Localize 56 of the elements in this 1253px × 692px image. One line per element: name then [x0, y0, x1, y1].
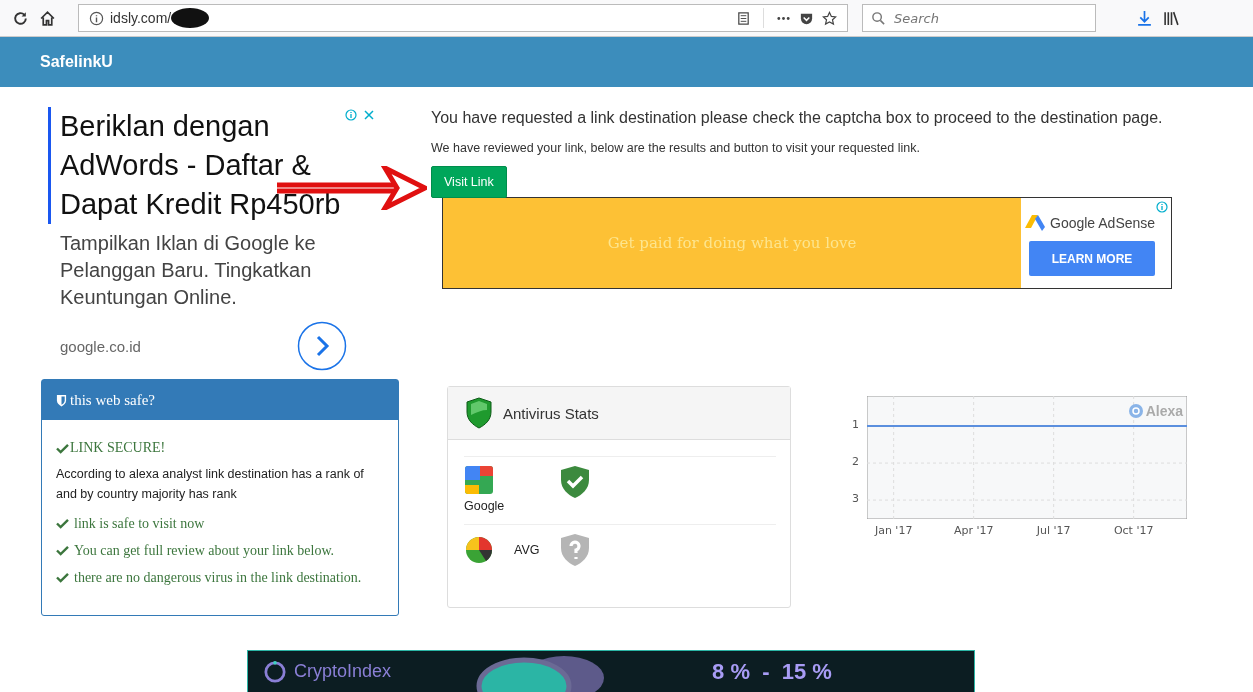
search-input[interactable]: Search [892, 9, 1076, 27]
google-logo-icon [464, 465, 494, 495]
check-icon [56, 518, 69, 529]
alexa-logo-text: Alexa [1145, 403, 1183, 419]
address-bar[interactable]: idsly.com/ [78, 4, 848, 32]
check-item: link is safe to visit now [74, 515, 205, 532]
axis-tick-label: 1 [852, 418, 859, 431]
panel-title: this web safe? [70, 391, 155, 409]
adsense-logo-icon [1025, 214, 1045, 232]
adsense-banner[interactable]: Get paid for doing what you love Google AdSense LEARN MORE [442, 197, 1172, 289]
reload-icon[interactable] [12, 9, 29, 27]
library-icon[interactable] [1163, 9, 1180, 27]
check-item: there are no dangerous virus in the link destination. [74, 569, 362, 586]
info-text: We have reviewed your link, below are the results and button to visit your requested link. [431, 141, 921, 155]
download-icon[interactable] [1136, 9, 1153, 27]
banner-brand: CryptoIndex [294, 661, 392, 682]
ad-domain: google.co.id [60, 337, 141, 355]
alexa-logo-icon [1127, 403, 1144, 419]
ad-text: Tampilkan Iklan di Google ke Pelanggan Baru. Tingkatkan Keuntungan Online. [59, 231, 317, 310]
adsense-brand: Google AdSense [1050, 215, 1156, 231]
coin-icon [264, 660, 286, 683]
redaction-mark [171, 8, 210, 28]
close-icon[interactable] [363, 109, 375, 121]
axis-tick-label: Oct '17 [1112, 524, 1155, 537]
vendor-name: Google [464, 499, 506, 513]
info-icon[interactable] [89, 10, 104, 26]
axis-tick-label: 3 [852, 492, 859, 506]
shield-icon [465, 397, 493, 429]
chevron-button-icon[interactable] [297, 321, 347, 371]
learn-more-button[interactable]: LEARN MORE [1029, 241, 1155, 276]
check-item: You can get full review about your link below. [74, 542, 335, 559]
url-text: idsly.com/ [110, 10, 172, 26]
crypto-banner[interactable]: CryptoIndex 8 % - 15 % [247, 650, 975, 692]
axis-tick-label: Apr '17 [952, 524, 995, 537]
avg-logo-icon [464, 535, 494, 565]
site-logo[interactable]: SafelinkU [40, 53, 113, 71]
search-icon [871, 10, 886, 26]
page-heading: You have requested a link destination please check the captcha box to proceed to the destination page. [431, 109, 1164, 127]
ad-headline[interactable]: Beriklan dengan AdWords - Daftar & Dapat Kredit Rp450rb [48, 107, 350, 224]
check-icon [56, 442, 69, 454]
check-icon [56, 572, 69, 583]
home-icon[interactable] [39, 9, 56, 27]
star-icon[interactable] [822, 10, 837, 26]
panel-title: Antivirus Stats [503, 404, 599, 422]
description-text: According to alexa analyst link destination has a rank of and by country majority has rank [56, 466, 365, 503]
ad-tagline: Get paid for doing what you love [607, 234, 857, 252]
reader-view-icon[interactable] [736, 10, 751, 26]
search-field[interactable]: Search [862, 4, 1096, 32]
status-text: LINK SECURE! [70, 440, 166, 456]
axis-tick-label: Jul '17 [1035, 524, 1072, 537]
axis-tick-label: 2 [852, 455, 859, 469]
vendor-name: AVG [514, 543, 540, 557]
axis-tick-label: Jan '17 [873, 524, 914, 537]
banner-rate: 8 % - 15 % [712, 658, 832, 685]
shield-icon [56, 393, 67, 407]
check-icon [56, 545, 69, 556]
